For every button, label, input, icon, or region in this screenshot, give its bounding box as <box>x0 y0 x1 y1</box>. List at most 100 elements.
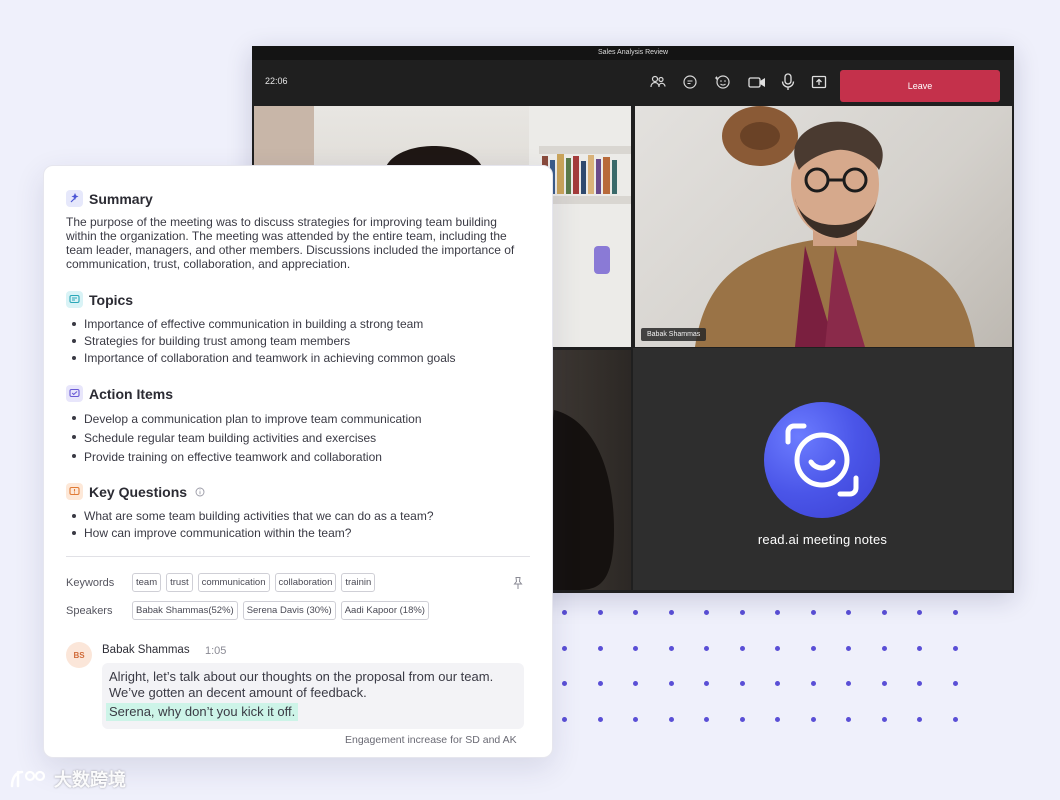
list-item: Strategies for building trust among team… <box>72 333 530 350</box>
keyword-chip[interactable]: communication <box>197 573 270 592</box>
grid-dot <box>917 645 922 651</box>
list-item: What are some team building activities t… <box>72 508 530 525</box>
topics-header: Topics <box>66 291 530 308</box>
grid-dot <box>562 610 567 615</box>
grid-dot <box>597 610 603 615</box>
transcript-highlight: Serena, why don’t you kick it off. <box>106 703 299 721</box>
sparkle-icon <box>66 190 83 207</box>
grid-dot <box>952 645 958 651</box>
video-tile-babak-shammas[interactable]: Babak Shammas <box>635 106 1012 347</box>
reactions-icon[interactable] <box>712 72 732 92</box>
transcript-speaker-name: Babak Shammas <box>102 644 190 656</box>
grid-dot <box>917 610 922 615</box>
grid-dot <box>775 645 780 651</box>
speakers-row: Speakers Babak Shammas(52%) Serena Davis… <box>66 601 530 620</box>
people-icon[interactable] <box>648 72 668 92</box>
key-questions-list: What are some team building activities t… <box>66 508 530 542</box>
grid-dot <box>881 681 887 686</box>
topics-list: Importance of effective communication in… <box>66 316 530 367</box>
list-item: Develop a communication plan to improve … <box>72 410 530 429</box>
grid-dot <box>633 681 638 686</box>
grid-dot <box>633 645 638 651</box>
grid-dot <box>597 645 603 651</box>
keyword-chip[interactable]: trainin <box>341 573 376 592</box>
transcript-line: We’ve gotten an decent amount of feedbac… <box>109 685 367 700</box>
speaker-chip[interactable]: Babak Shammas(52%) <box>132 601 238 620</box>
grid-dot <box>597 716 603 722</box>
grid-dot <box>739 610 745 615</box>
grid-dot <box>562 681 567 686</box>
pin-icon[interactable] <box>512 576 524 590</box>
action-items-list: Develop a communication plan to improve … <box>66 410 530 467</box>
grid-dot <box>562 645 567 651</box>
window-title: Sales Analysis Review <box>252 46 1014 60</box>
grid-dot <box>917 716 922 722</box>
grid-dot <box>881 610 887 615</box>
grid-dot <box>704 610 709 615</box>
transcript-timestamp[interactable]: 1:05 <box>205 645 226 657</box>
grid-dot <box>704 716 709 722</box>
grid-dot <box>810 716 816 722</box>
grid-dot <box>739 681 745 686</box>
grid-dot <box>739 716 745 722</box>
readai-logo-icon <box>764 402 880 518</box>
action-items-header: Action Items <box>66 385 530 402</box>
list-item: Importance of effective communication in… <box>72 316 530 333</box>
topics-title: Topics <box>89 291 134 308</box>
avatar: BS <box>66 642 92 668</box>
meeting-notes-card: Summary The purpose of the meeting was t… <box>43 165 553 758</box>
meeting-timer: 22:06 <box>265 76 288 86</box>
grid-dot <box>562 716 567 722</box>
participant-name-tag: Babak Shammas <box>641 328 707 341</box>
meeting-toolbar: 22:06 Leave <box>252 60 1014 106</box>
transcript-line: Alright, let’s talk about our thoughts o… <box>109 669 494 684</box>
keyword-chip[interactable]: team <box>132 573 162 592</box>
video-tile-readai[interactable]: read.ai meeting notes <box>633 348 1012 590</box>
grid-dot <box>952 681 958 686</box>
camera-icon[interactable] <box>747 72 767 92</box>
speaker-chip[interactable]: Serena Davis (30%) <box>242 601 336 620</box>
watermark: 大数跨境 <box>8 766 126 792</box>
grid-dot <box>704 645 709 651</box>
keyword-chip[interactable]: trust <box>166 573 193 592</box>
grid-dot <box>881 716 887 722</box>
readai-label: read.ai meeting notes <box>757 532 888 547</box>
topics-icon <box>66 291 83 308</box>
participant-video-placeholder <box>695 106 975 347</box>
divider <box>66 556 530 557</box>
grid-dot <box>917 681 922 686</box>
summary-header: Summary <box>66 190 530 207</box>
share-icon[interactable] <box>809 72 829 92</box>
key-questions-title: Key Questions <box>89 483 188 500</box>
grid-dot <box>846 610 851 615</box>
action-items-icon <box>66 385 83 402</box>
chat-icon[interactable] <box>680 72 700 92</box>
grid-dot <box>633 716 638 722</box>
leave-button[interactable]: Leave <box>840 70 1000 102</box>
grid-dot <box>668 716 674 722</box>
key-questions-icon <box>66 483 83 500</box>
list-item: How can improve communication within the… <box>72 525 530 542</box>
engagement-note: Engagement increase for SD and AK <box>345 734 517 746</box>
mic-icon[interactable] <box>778 72 798 92</box>
grid-dot <box>597 681 603 686</box>
key-questions-header: Key Questions <box>66 483 530 500</box>
action-items-title: Action Items <box>89 385 174 402</box>
list-item: Schedule regular team building activitie… <box>72 429 530 448</box>
grid-dot <box>775 716 780 722</box>
dot-grid-decoration <box>548 595 978 735</box>
grid-dot <box>952 716 958 722</box>
info-icon[interactable] <box>195 487 205 497</box>
keywords-row: Keywords team trust communication collab… <box>66 573 530 592</box>
speaker-chip[interactable]: Aadi Kapoor (18%) <box>340 601 429 620</box>
grid-dot <box>810 645 816 651</box>
summary-text: The purpose of the meeting was to discus… <box>66 215 515 271</box>
grid-dot <box>810 681 816 686</box>
keyword-chip[interactable]: collaboration <box>274 573 337 592</box>
keywords-label: Keywords <box>66 576 115 589</box>
grid-dot <box>668 645 674 651</box>
watermark-logo-icon <box>10 770 46 788</box>
transcript-bubble: Alright, let’s talk about our thoughts o… <box>102 663 524 729</box>
grid-dot <box>775 610 780 615</box>
grid-dot <box>846 681 851 686</box>
